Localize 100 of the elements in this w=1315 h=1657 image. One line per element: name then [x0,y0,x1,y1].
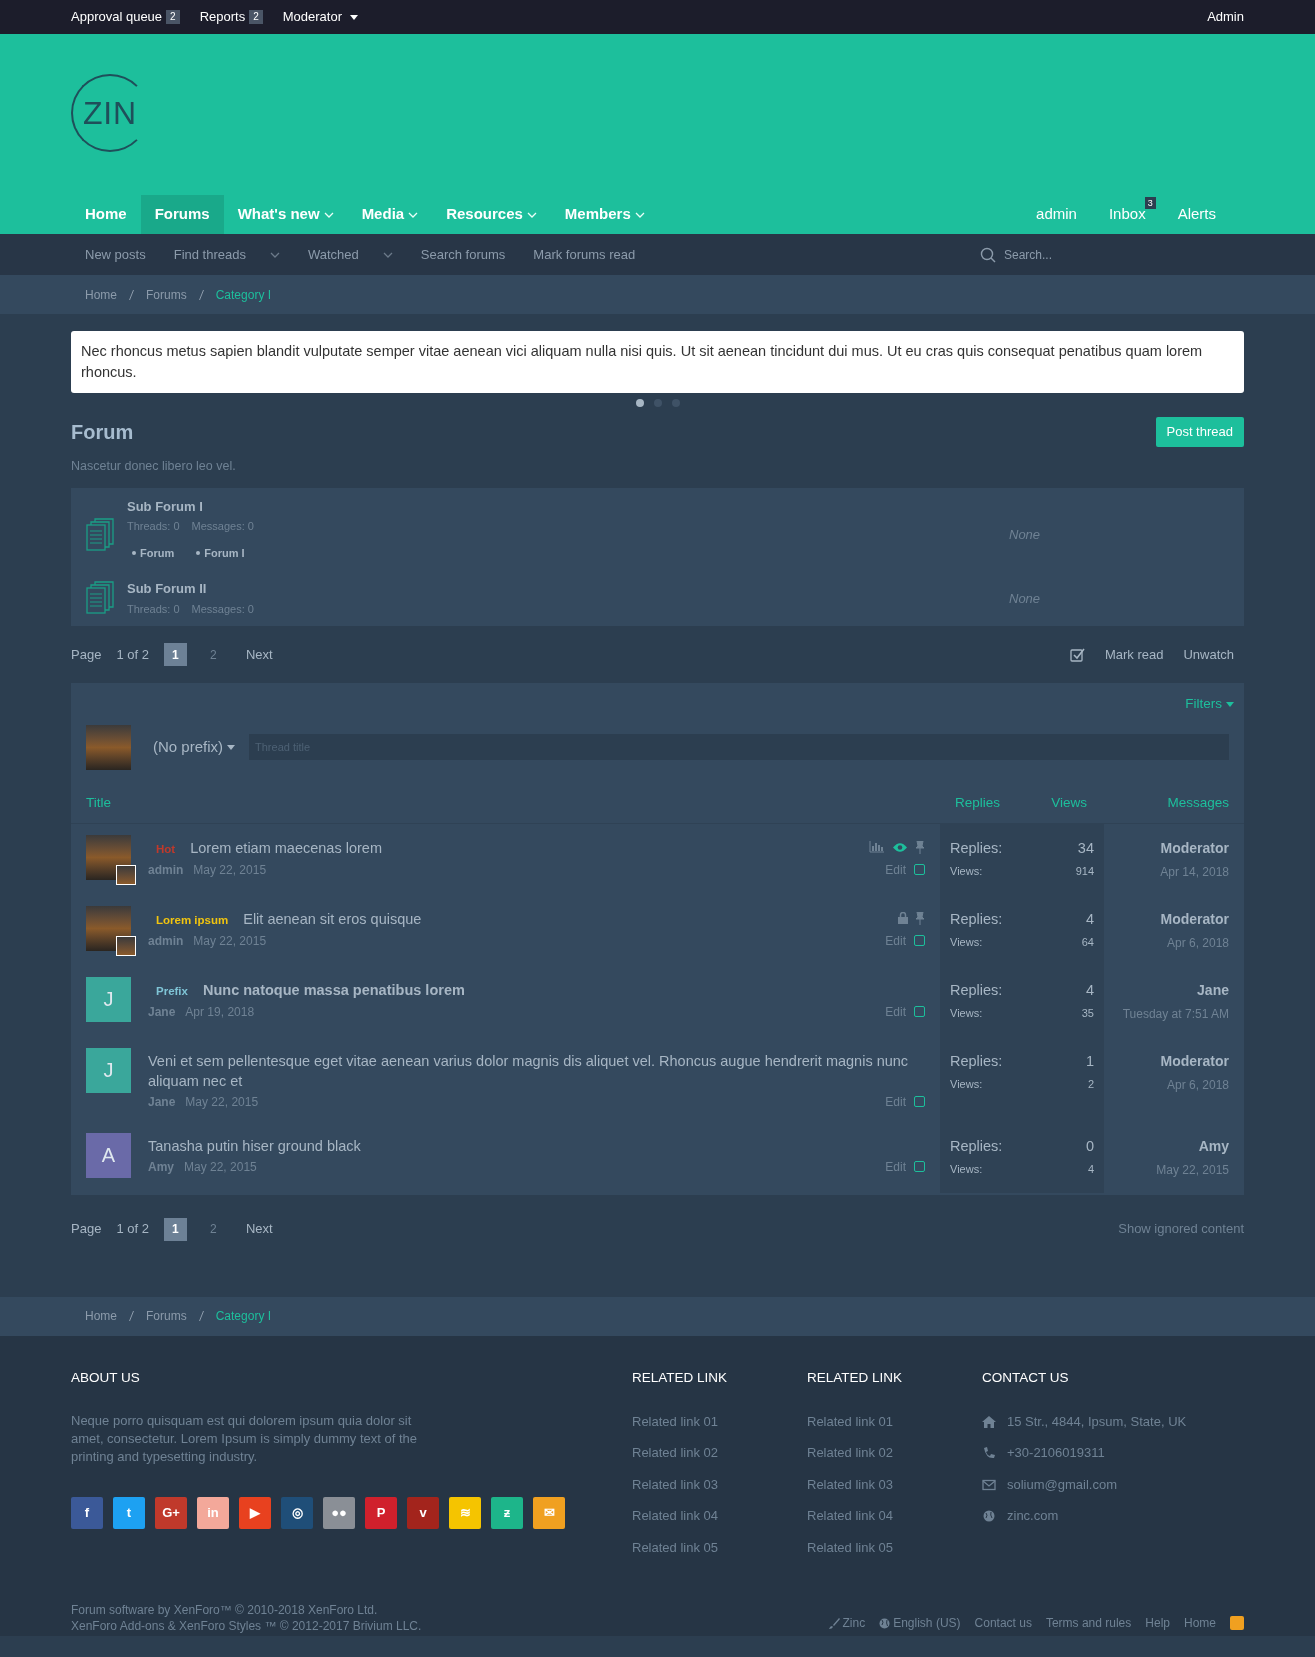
footer-link[interactable]: Home [1184,1614,1216,1633]
sub-nav-link[interactable]: Find threads [159,244,294,265]
nav-tab[interactable]: Members [550,195,659,234]
social-icon[interactable]: f [71,1496,103,1529]
top-bar-link[interactable]: Moderator [282,7,358,27]
page-number[interactable]: 2 [201,1217,225,1241]
breadcrumb-link[interactable]: Category I [215,285,272,304]
next-page-link[interactable]: Next [245,1219,273,1239]
nav-tab[interactable]: Forums [140,195,224,234]
forum-action-link[interactable]: Mark read [1104,645,1164,665]
related-link[interactable]: Related link 03 [807,1474,982,1495]
thread-title[interactable]: Lorem etiam maecenas lorem [190,837,382,858]
thread-author[interactable]: Jane [148,1092,176,1111]
thread-title[interactable]: Tanasha putin hiser ground black [148,1135,361,1156]
select-checkbox[interactable] [914,1161,925,1172]
column-header[interactable]: Replies [940,792,1000,814]
admin-link[interactable]: Admin [1207,7,1244,27]
thread-title[interactable]: Veni et sem pellentesque eget vitae aenean varius dolor magnis dis aliquet vel. Rhoncus augue hendrerit magnis nunc aliquam nec et [148,1050,925,1091]
social-icon[interactable]: ●● [323,1496,355,1529]
page-number[interactable]: 1 [163,1217,187,1241]
nav-tab[interactable]: Resources [432,195,551,234]
thread-author[interactable]: Jane [148,1002,176,1021]
sub-nav-link[interactable]: Search forums [406,244,520,265]
breadcrumb-link[interactable]: Home [85,285,117,304]
last-poster[interactable]: Moderator [1119,837,1229,859]
breadcrumb-link[interactable]: Forums [146,1307,187,1325]
search-field[interactable]: Search... [1004,245,1204,264]
last-poster[interactable]: Moderator [1119,1050,1229,1072]
footer-link[interactable]: English (US) [879,1614,961,1633]
related-link[interactable]: Related link 05 [632,1537,807,1558]
thread-author[interactable]: admin [148,860,184,879]
thread-title[interactable]: Elit aenean sit eros quisque [243,908,422,929]
social-icon[interactable]: ✉ [533,1496,565,1529]
sub-forum-title[interactable]: Sub Forum II [127,579,1009,599]
footer-link[interactable]: Help [1145,1614,1170,1633]
social-icon[interactable]: P [365,1496,397,1529]
last-poster[interactable]: Moderator [1119,908,1229,930]
edit-link[interactable]: Edit [885,931,906,950]
social-icon[interactable]: ƶ [491,1496,523,1529]
page-number[interactable]: 2 [201,643,225,667]
filters-link[interactable]: Filters [1185,694,1234,715]
next-page-link[interactable]: Next [245,645,273,665]
related-link[interactable]: Related link 01 [807,1411,982,1432]
thread-title[interactable]: Nunc natoque massa penatibus lorem [202,979,465,1000]
top-bar-link[interactable]: Approval queue 2 [71,7,180,27]
social-icon[interactable]: v [407,1496,439,1529]
nav-tab[interactable]: What's new [223,195,348,234]
social-icon[interactable]: in [197,1496,229,1529]
post-thread-button[interactable]: Post thread [1155,417,1244,447]
user-nav-link[interactable]: Inbox 3 [1094,195,1160,234]
select-checkbox[interactable] [914,1006,925,1017]
footer-link[interactable]: Contact us [974,1614,1032,1633]
top-bar-link[interactable]: Reports 2 [199,7,263,27]
social-icon[interactable]: G+ [155,1496,187,1529]
rss-icon[interactable] [1230,1616,1244,1631]
social-icon[interactable]: t [113,1496,145,1529]
show-ignored-link[interactable]: Show ignored content [1118,1219,1244,1239]
related-link[interactable]: Related link 04 [632,1506,807,1526]
breadcrumb-link[interactable]: Category I [215,1307,272,1325]
sub-forum-title[interactable]: Sub Forum I [127,496,1009,517]
thread-author[interactable]: Amy [148,1157,174,1176]
sub-forum-link[interactable]: Forum [140,544,175,562]
thread-author[interactable]: admin [148,931,184,950]
sub-nav-link[interactable]: Watched [293,244,407,265]
related-link[interactable]: Related link 01 [632,1411,807,1432]
footer-link[interactable]: Zinc [828,1614,866,1633]
select-checkbox[interactable] [914,935,925,946]
footer-link[interactable]: Terms and rules [1045,1614,1132,1633]
sub-nav-link[interactable]: Mark forums read [519,244,650,265]
thread-prefix[interactable]: Prefix [156,980,188,1001]
related-link[interactable]: Related link 02 [807,1443,982,1463]
nav-tab[interactable]: Home [71,195,141,234]
edit-link[interactable]: Edit [885,1092,906,1111]
sub-forum-link[interactable]: Forum I [204,544,245,562]
breadcrumb-link[interactable]: Forums [146,285,187,304]
last-poster[interactable]: Amy [1119,1135,1229,1157]
user-nav-link[interactable]: admin [1022,195,1091,234]
page-number[interactable]: 1 [163,643,187,667]
forum-action-link[interactable]: Unwatch [1183,645,1234,665]
select-checkbox[interactable] [914,864,925,875]
edit-link[interactable]: Edit [885,1157,906,1176]
nav-tab[interactable]: Media [347,195,433,234]
column-header[interactable]: Views [1000,792,1087,814]
thread-prefix[interactable]: Hot [156,838,176,859]
social-icon[interactable]: ◎ [281,1496,313,1529]
edit-link[interactable]: Edit [885,1002,906,1021]
related-link[interactable]: Related link 05 [807,1537,982,1558]
thread-prefix[interactable]: Lorem ipsum [156,909,229,930]
related-link[interactable]: Related link 02 [632,1443,807,1463]
related-link[interactable]: Related link 03 [632,1474,807,1495]
last-poster[interactable]: Jane [1119,979,1229,1001]
column-header[interactable]: Messages [1087,792,1229,814]
social-icon[interactable]: ▶ [239,1496,271,1529]
edit-link[interactable]: Edit [885,860,906,879]
user-nav-link[interactable]: Alerts [1163,195,1230,234]
column-header[interactable]: Title [86,792,940,814]
sub-nav-link[interactable]: New posts [71,244,160,265]
breadcrumb-link[interactable]: Home [85,1307,117,1325]
select-checkbox[interactable] [914,1096,925,1107]
related-link[interactable]: Related link 04 [807,1506,982,1526]
